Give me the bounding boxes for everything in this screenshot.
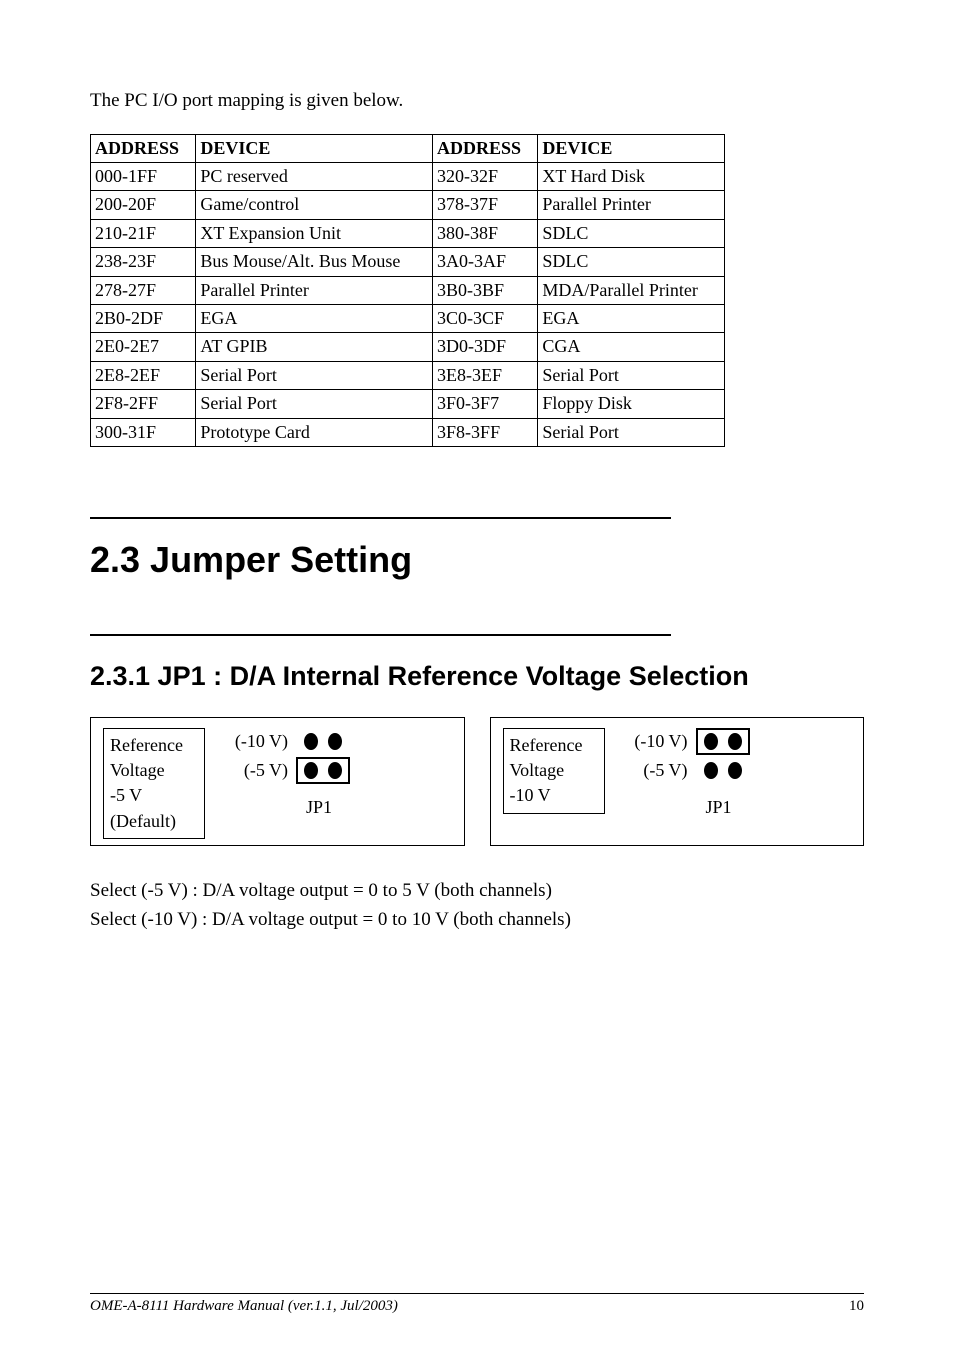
selection-notes: Select (-5 V) : D/A voltage output = 0 t… — [90, 876, 864, 935]
pad-icon — [304, 733, 318, 750]
table-row: 2B0-2DFEGA3C0-3CFEGA — [91, 305, 725, 333]
note-line: Select (-5 V) : D/A voltage output = 0 t… — [90, 876, 864, 905]
cell: AT GPIB — [196, 333, 433, 361]
jumper-pads-10v-selected — [696, 728, 750, 755]
header-address-2: ADDRESS — [433, 134, 538, 162]
cell: 3C0-3CF — [433, 305, 538, 333]
section-divider — [90, 517, 671, 519]
cell: XT Expansion Unit — [196, 219, 433, 247]
pad-icon — [328, 733, 342, 750]
pad-icon — [728, 733, 742, 750]
jumper-box-alt: Reference Voltage -10 V (-10 V) (-5 V) J… — [490, 717, 865, 846]
cell: Game/control — [196, 191, 433, 219]
subsection-divider — [90, 634, 671, 636]
pad-icon — [704, 762, 718, 779]
label-line: Reference — [510, 735, 583, 755]
cell: 278-27F — [91, 276, 196, 304]
header-device-2: DEVICE — [538, 134, 724, 162]
pad-icon — [728, 762, 742, 779]
cell: 210-21F — [91, 219, 196, 247]
io-port-table: ADDRESS DEVICE ADDRESS DEVICE 000-1FFPC … — [90, 134, 725, 447]
cell: 3A0-3AF — [433, 248, 538, 276]
option-minus-10v: (-10 V) — [623, 730, 688, 753]
cell: 2F8-2FF — [91, 390, 196, 418]
jumper-pads-5v-selected — [296, 757, 350, 784]
jumper-id: JP1 — [705, 796, 731, 819]
cell: EGA — [538, 305, 724, 333]
cell: 3E8-3EF — [433, 361, 538, 389]
cell: Floppy Disk — [538, 390, 724, 418]
option-minus-5v: (-5 V) — [223, 759, 288, 782]
jumper-graphic: (-10 V) (-5 V) JP1 — [623, 728, 750, 819]
table-row: 238-23FBus Mouse/Alt. Bus Mouse3A0-3AFSD… — [91, 248, 725, 276]
label-line: Voltage — [510, 760, 565, 780]
cell: 3D0-3DF — [433, 333, 538, 361]
table-row: 000-1FFPC reserved320-32FXT Hard Disk — [91, 163, 725, 191]
label-line: Voltage — [110, 760, 165, 780]
cell: Parallel Printer — [538, 191, 724, 219]
jumper-pads-10v — [296, 728, 350, 755]
jumper-diagram-row: Reference Voltage -5 V (Default) (-10 V)… — [90, 717, 864, 846]
label-line: -5 V — [110, 785, 142, 805]
cell: MDA/Parallel Printer — [538, 276, 724, 304]
page-footer: OME-A-8111 Hardware Manual (ver.1.1, Jul… — [90, 1293, 864, 1317]
subsection-heading: 2.3.1 JP1 : D/A Internal Reference Volta… — [90, 651, 864, 702]
cell: Serial Port — [196, 390, 433, 418]
table-row: 2E0-2E7AT GPIB3D0-3DFCGA — [91, 333, 725, 361]
label-line: -10 V — [510, 785, 551, 805]
cell: Serial Port — [196, 361, 433, 389]
cell: 378-37F — [433, 191, 538, 219]
cell: SDLC — [538, 219, 724, 247]
cell: EGA — [196, 305, 433, 333]
cell: CGA — [538, 333, 724, 361]
cell: 238-23F — [91, 248, 196, 276]
jumper-graphic: (-10 V) (-5 V) JP1 — [223, 728, 350, 819]
cell: SDLC — [538, 248, 724, 276]
page-number: 10 — [849, 1297, 864, 1317]
cell: 200-20F — [91, 191, 196, 219]
cell: 3F8-3FF — [433, 418, 538, 446]
cell: 320-32F — [433, 163, 538, 191]
label-line: Reference — [110, 735, 183, 755]
label-line: (Default) — [110, 811, 176, 831]
jumper-label-alt: Reference Voltage -10 V — [503, 728, 605, 814]
pad-icon — [328, 762, 342, 779]
cell: 2E0-2E7 — [91, 333, 196, 361]
jumper-label-default: Reference Voltage -5 V (Default) — [103, 728, 205, 839]
cell: PC reserved — [196, 163, 433, 191]
cell: Serial Port — [538, 418, 724, 446]
table-row: 278-27FParallel Printer3B0-3BFMDA/Parall… — [91, 276, 725, 304]
cell: 2B0-2DF — [91, 305, 196, 333]
pad-icon — [304, 762, 318, 779]
table-row: 2E8-2EFSerial Port3E8-3EFSerial Port — [91, 361, 725, 389]
header-device-1: DEVICE — [196, 134, 433, 162]
option-minus-5v: (-5 V) — [623, 759, 688, 782]
option-minus-10v: (-10 V) — [223, 730, 288, 753]
cell: 380-38F — [433, 219, 538, 247]
jumper-pads-5v — [696, 757, 750, 784]
section-heading: 2.3 Jumper Setting — [90, 537, 864, 584]
cell: 2E8-2EF — [91, 361, 196, 389]
header-address-1: ADDRESS — [91, 134, 196, 162]
cell: 3B0-3BF — [433, 276, 538, 304]
table-row: 200-20FGame/control378-37FParallel Print… — [91, 191, 725, 219]
table-row: 210-21FXT Expansion Unit380-38FSDLC — [91, 219, 725, 247]
jumper-box-default: Reference Voltage -5 V (Default) (-10 V)… — [90, 717, 465, 846]
note-line: Select (-10 V) : D/A voltage output = 0 … — [90, 905, 864, 934]
cell: 000-1FF — [91, 163, 196, 191]
cell: 300-31F — [91, 418, 196, 446]
table-row: 300-31FPrototype Card3F8-3FFSerial Port — [91, 418, 725, 446]
cell: 3F0-3F7 — [433, 390, 538, 418]
jumper-id: JP1 — [306, 796, 332, 819]
table-row: 2F8-2FFSerial Port3F0-3F7Floppy Disk — [91, 390, 725, 418]
cell: XT Hard Disk — [538, 163, 724, 191]
footer-text: OME-A-8111 Hardware Manual (ver.1.1, Jul… — [90, 1297, 398, 1317]
table-header-row: ADDRESS DEVICE ADDRESS DEVICE — [91, 134, 725, 162]
cell: Bus Mouse/Alt. Bus Mouse — [196, 248, 433, 276]
intro-text: The PC I/O port mapping is given below. — [90, 89, 864, 114]
cell: Prototype Card — [196, 418, 433, 446]
cell: Serial Port — [538, 361, 724, 389]
cell: Parallel Printer — [196, 276, 433, 304]
pad-icon — [704, 733, 718, 750]
